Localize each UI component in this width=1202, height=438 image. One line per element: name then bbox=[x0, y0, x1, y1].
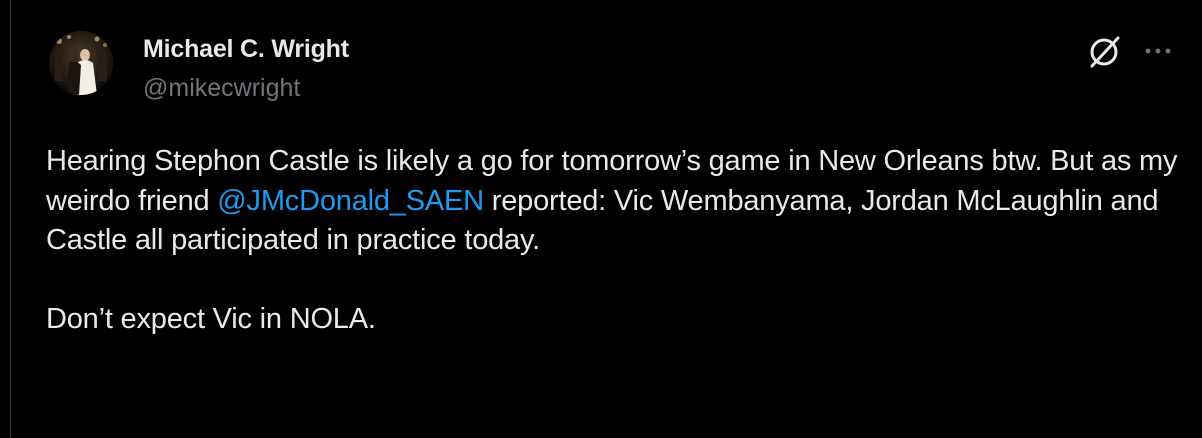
tweet-paragraph-1: Hearing Stephon Castle is likely a go fo… bbox=[46, 142, 1181, 261]
avatar-photo bbox=[49, 31, 113, 95]
more-options-icon bbox=[1145, 48, 1171, 54]
grok-icon bbox=[1090, 36, 1120, 68]
mention-link[interactable]: @JMcDonald_SAEN bbox=[217, 185, 484, 217]
grok-button[interactable] bbox=[1084, 33, 1124, 71]
tweet-text: Hearing Stephon Castle is likely a go fo… bbox=[46, 142, 1181, 340]
tweet-author: Michael C. Wright @mikecwright bbox=[143, 33, 349, 104]
author-handle[interactable]: @mikecwright bbox=[143, 72, 349, 104]
avatar[interactable] bbox=[49, 31, 113, 95]
author-display-name[interactable]: Michael C. Wright bbox=[143, 33, 349, 65]
more-options-button[interactable] bbox=[1140, 36, 1176, 66]
tweet-paragraph-2: Don’t expect Vic in NOLA. bbox=[46, 303, 376, 335]
